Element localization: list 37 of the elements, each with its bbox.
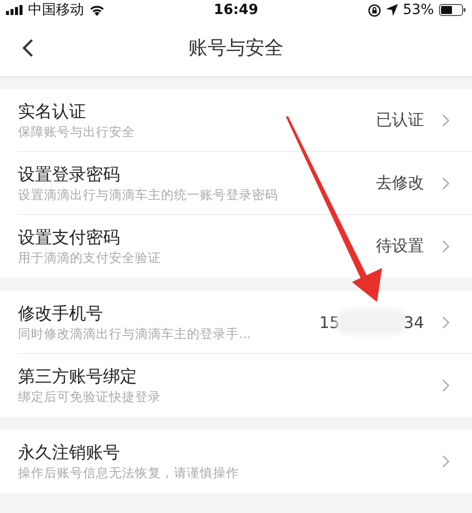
row-subtitle: 同时修改滴滴出行与滴滴车主的登录手... — [18, 324, 252, 342]
row-title: 实名认证 — [18, 100, 87, 122]
back-icon — [22, 38, 34, 58]
battery-percent: 53% — [402, 2, 434, 18]
row-title: 永久注销账号 — [18, 442, 121, 464]
chevron-icon — [442, 114, 450, 126]
row-subtitle: 设置滴滴出行与滴滴车主的统一账号登录密码 — [18, 186, 279, 202]
chevron-icon — [442, 240, 450, 253]
row-title: 设置支付密码 — [18, 227, 121, 249]
row-subtitle: 用于滴滴的支付安全验证 — [18, 249, 162, 266]
rotation-lock-icon — [368, 4, 381, 16]
carrier-name: 中国移动 — [28, 1, 84, 19]
row-subtitle: 保障账号与出行安全 — [18, 122, 136, 140]
row-subtitle: 绑定后可免验证快捷登录 — [18, 388, 162, 405]
phone-number-start: 15 — [319, 312, 340, 332]
wifi-icon — [89, 4, 105, 16]
chevron-icon — [442, 176, 450, 190]
row-subtitle: 操作后账号信息无法恢复，请谨慎操作 — [18, 464, 240, 481]
settings-row[interactable]: 永久注销账号 操作后账号信息无法恢复，请谨慎操作 — [18, 430, 472, 493]
settings-row[interactable]: 第三方账号绑定 绑定后可免验证快捷登录 — [18, 354, 472, 417]
chevron-icon — [442, 379, 450, 392]
row-title: 设置登录密码 — [18, 164, 121, 186]
row-value: 待设置 — [376, 236, 424, 257]
chevron-icon — [442, 455, 450, 468]
row-title: 第三方账号绑定 — [18, 366, 138, 388]
phone-number-end: 34 — [404, 312, 424, 332]
battery-icon — [438, 4, 466, 16]
row-value: 去修改 — [376, 172, 424, 194]
signal-icon — [6, 5, 23, 15]
location-icon — [386, 4, 398, 16]
page-title: 账号与安全 — [188, 36, 284, 61]
settings-row[interactable]: 设置支付密码 用于滴滴的支付安全验证 待设置 — [18, 215, 472, 278]
row-value: 已认证 — [376, 110, 424, 130]
chevron-icon — [442, 316, 450, 328]
settings-row[interactable]: 修改手机号 同时修改滴滴出行与滴滴车主的登录手... 15 34 — [18, 291, 472, 354]
clock-time: 16:49 — [214, 2, 258, 18]
row-title: 修改手机号 — [18, 302, 104, 324]
